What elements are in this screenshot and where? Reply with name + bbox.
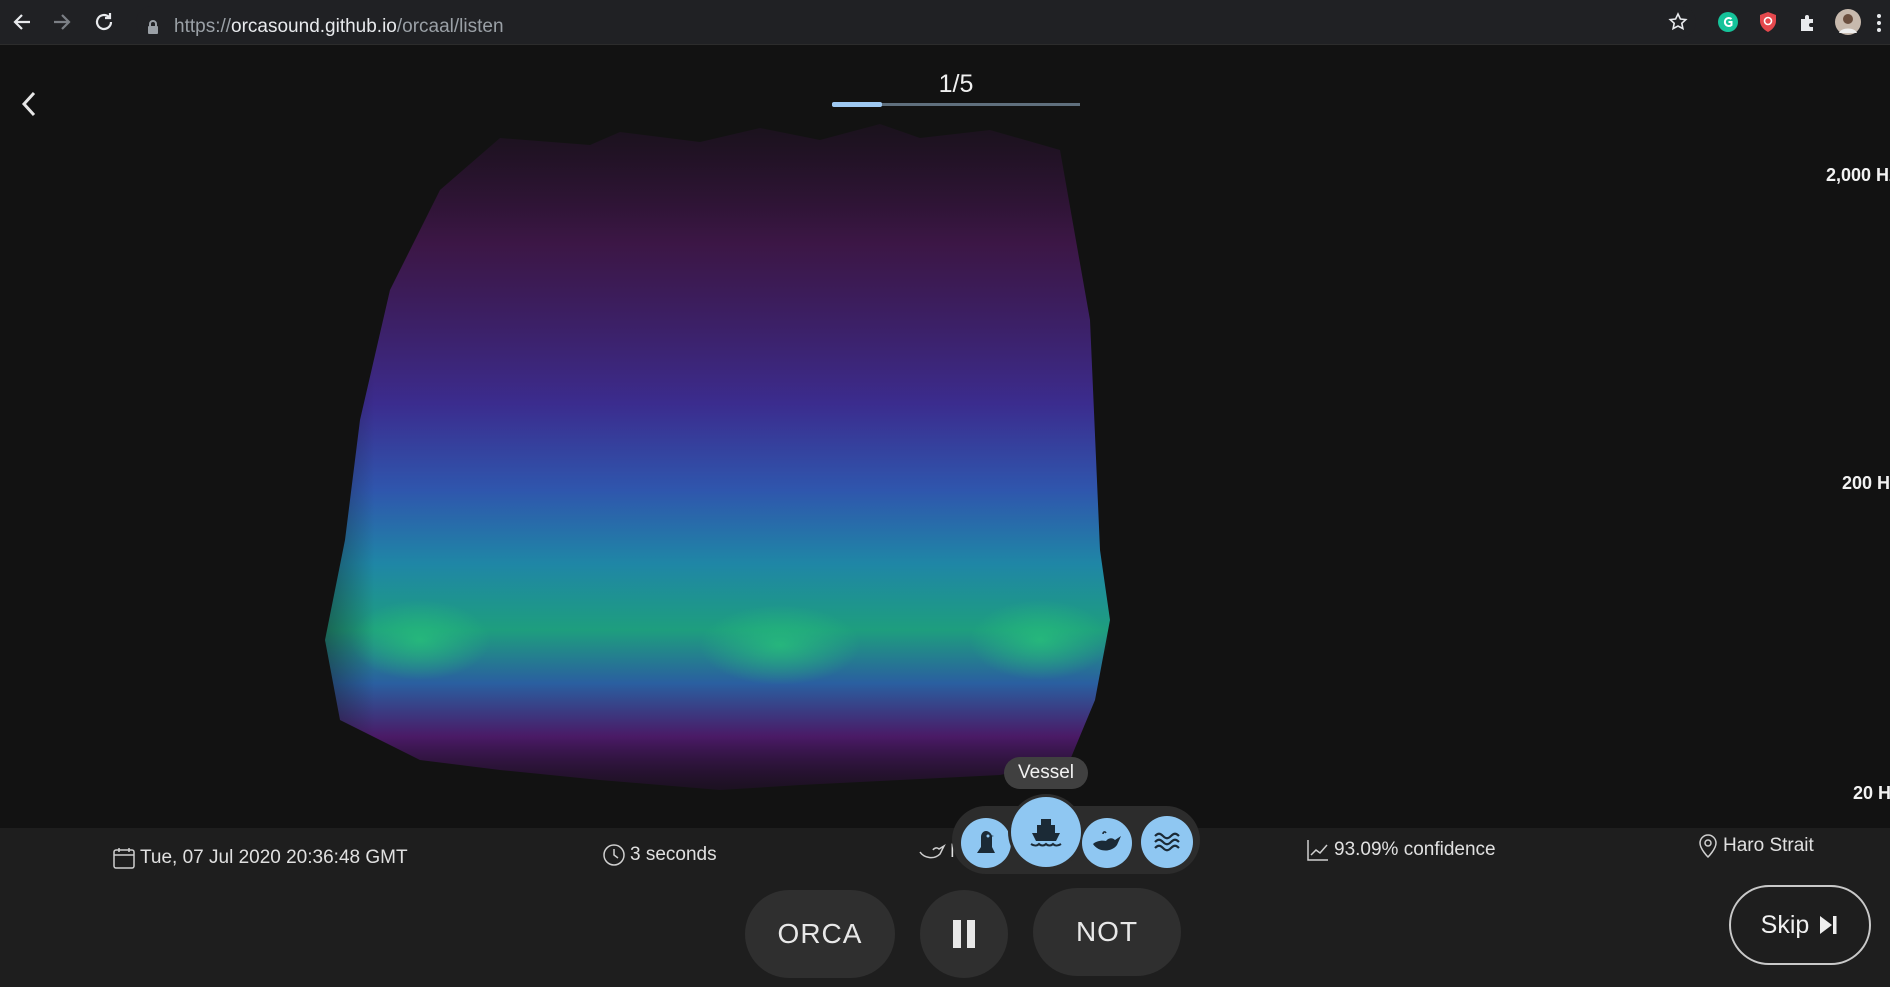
chart-line-icon bbox=[1307, 840, 1328, 861]
pause-icon bbox=[953, 920, 975, 948]
forward-icon[interactable] bbox=[49, 9, 75, 35]
url-host: orcasound.github.io bbox=[231, 16, 397, 37]
waves-icon bbox=[1154, 832, 1180, 852]
url-path: /orcaal/listen bbox=[396, 16, 504, 37]
tag-tooltip: Vessel bbox=[1004, 757, 1088, 789]
meta-date: Tue, 07 Jul 2020 20:36:48 GMT bbox=[112, 846, 408, 870]
url-text[interactable]: https://orcasound.github.io/orcaal/liste… bbox=[174, 16, 504, 38]
calendar-icon bbox=[113, 848, 135, 869]
spectrogram bbox=[300, 120, 1230, 820]
extensions-icon[interactable] bbox=[1795, 9, 1821, 35]
skip-next-icon bbox=[1820, 916, 1837, 934]
star-icon[interactable] bbox=[1665, 9, 1691, 35]
meta-location: Haro Strait bbox=[1697, 833, 1814, 859]
back-icon[interactable] bbox=[9, 9, 35, 35]
meta-confidence: 93.09% confidence bbox=[1306, 838, 1496, 862]
reload-icon[interactable] bbox=[91, 9, 117, 35]
skip-label: Skip bbox=[1760, 910, 1810, 939]
axis-label-20hz: 20 Hz bbox=[1853, 783, 1890, 803]
shield-icon[interactable] bbox=[1755, 9, 1781, 35]
menu-icon[interactable] bbox=[1876, 13, 1882, 38]
location-text: Haro Strait bbox=[1723, 835, 1814, 856]
confidence-text: 93.09% confidence bbox=[1334, 839, 1496, 860]
browser-toolbar: https://orcasound.github.io/orcaal/liste… bbox=[0, 0, 1890, 45]
meta-duration: 3 seconds bbox=[602, 843, 717, 867]
date-text: Tue, 07 Jul 2020 20:36:48 GMT bbox=[140, 847, 408, 868]
lock-icon bbox=[147, 19, 159, 40]
axis-label-200hz: 200 Hz bbox=[1842, 473, 1890, 493]
tag-waves-button[interactable] bbox=[1141, 816, 1193, 868]
penguin-icon bbox=[977, 831, 995, 853]
pause-button[interactable] bbox=[920, 890, 1008, 978]
whale-outline-icon bbox=[919, 844, 946, 859]
clip-counter: 1/5 bbox=[938, 70, 974, 98]
tag-penguin-button[interactable] bbox=[961, 818, 1011, 868]
tag-whale-button[interactable] bbox=[1082, 818, 1132, 868]
orca-button[interactable]: ORCA bbox=[745, 890, 895, 978]
not-button[interactable]: NOT bbox=[1033, 888, 1181, 976]
skip-button[interactable]: Skip bbox=[1729, 885, 1871, 965]
clip-progress-fill bbox=[832, 102, 882, 107]
avatar[interactable] bbox=[1835, 9, 1861, 35]
axis-label-2000hz: 2,000 Hz bbox=[1826, 165, 1890, 185]
url-prefix: https:// bbox=[174, 16, 232, 37]
location-pin-icon bbox=[1699, 834, 1717, 859]
tag-vessel-button[interactable] bbox=[1011, 797, 1081, 867]
grammarly-icon[interactable] bbox=[1715, 9, 1741, 35]
duration-text: 3 seconds bbox=[630, 844, 717, 865]
whale-icon bbox=[1093, 831, 1121, 851]
back-arrow-icon[interactable] bbox=[18, 89, 40, 124]
ship-icon bbox=[1030, 819, 1062, 847]
clock-icon bbox=[603, 844, 625, 866]
